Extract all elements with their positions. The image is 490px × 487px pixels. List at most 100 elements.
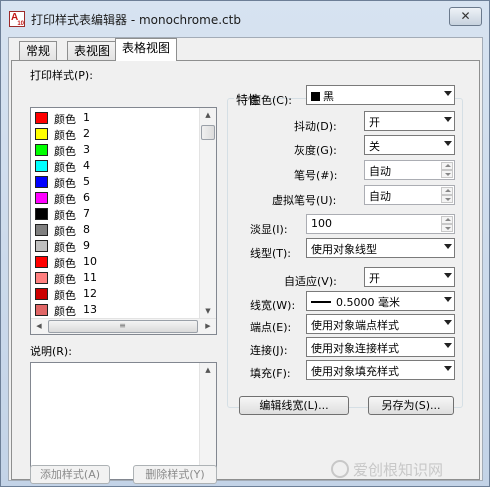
form-view-panel: 打印样式(P): 颜色 1 颜色 2 颜色 3 颜色 4 颜色 5 颜色 6 颜色 7 颜色 8 颜色 9 颜色 10… <box>11 60 480 484</box>
chevron-down-icon <box>444 141 452 146</box>
list-item-label: 颜色 <box>54 129 76 142</box>
spin-down-icon[interactable] <box>441 170 453 178</box>
list-item[interactable]: 颜色 3 <box>33 142 198 158</box>
virtual-pen-value: 自动 <box>369 190 391 203</box>
lineweight-dropdown[interactable]: 0.5000 毫米 <box>306 291 455 311</box>
color-dropdown[interactable]: 黑 <box>306 85 455 105</box>
plot-styles-listbox[interactable]: 颜色 1 颜色 2 颜色 3 颜色 4 颜色 5 颜色 6 颜色 7 颜色 8 颜色 9 颜色 10 颜色 11 颜色 12 颜… <box>30 107 217 335</box>
scroll-left-icon[interactable]: ◀ <box>31 319 47 334</box>
chevron-down-icon <box>444 297 452 302</box>
edit-lineweights-button[interactable]: 编辑线宽(L)... <box>239 396 349 415</box>
line-end-value: 使用对象端点样式 <box>311 319 399 332</box>
list-item[interactable]: 颜色 10 <box>33 254 198 270</box>
list-item[interactable]: 颜色 2 <box>33 126 198 142</box>
fill-dropdown[interactable]: 使用对象填充样式 <box>306 360 455 380</box>
dither-label: 抖动(D): <box>294 120 337 133</box>
color-swatch <box>35 160 48 172</box>
app-icon-version: 10 <box>17 21 24 27</box>
tab-form-view[interactable]: 表格视图 <box>115 38 178 61</box>
list-item[interactable]: 颜色 6 <box>33 190 198 206</box>
window-title: 打印样式表编辑器 - monochrome.ctb <box>31 13 241 27</box>
list-item-number: 8 <box>83 223 90 236</box>
spin-up-icon[interactable] <box>441 162 453 170</box>
adaptive-dropdown[interactable]: 开 <box>364 267 455 287</box>
chevron-down-icon <box>444 343 452 348</box>
scroll-right-icon[interactable]: ▶ <box>200 319 216 334</box>
tab-general[interactable]: 常规 <box>19 41 58 61</box>
chevron-down-icon <box>444 366 452 371</box>
list-item[interactable]: 颜色 8 <box>33 222 198 238</box>
black-swatch-icon <box>311 92 320 101</box>
spin-down-icon[interactable] <box>441 195 453 203</box>
color-swatch <box>35 240 48 252</box>
horizontal-scroll-thumb[interactable]: ≡ <box>48 320 198 333</box>
color-value: 黑 <box>311 88 334 104</box>
list-item-number: 3 <box>83 143 90 156</box>
list-item-label: 颜色 <box>54 289 76 302</box>
list-item-label: 颜色 <box>54 193 76 206</box>
list-item-label: 颜色 <box>54 225 76 238</box>
list-item-number: 5 <box>83 175 90 188</box>
scroll-up-icon[interactable]: ▲ <box>200 108 216 122</box>
line-end-label: 端点(E): <box>250 321 292 334</box>
linetype-value: 使用对象线型 <box>311 243 377 256</box>
description-textarea[interactable]: ▲ ▼ <box>30 362 217 480</box>
list-item[interactable]: 颜色 5 <box>33 174 198 190</box>
description-label: 说明(R): <box>30 345 72 358</box>
close-button[interactable]: ✕ <box>449 7 482 26</box>
list-item-label: 颜色 <box>54 273 76 286</box>
screening-value: 100 <box>311 217 332 230</box>
list-item-number: 6 <box>83 191 90 204</box>
lineweight-label: 线宽(W): <box>250 299 296 312</box>
list-item-label: 颜色 <box>54 161 76 174</box>
list-item[interactable]: 颜色 9 <box>33 238 198 254</box>
chevron-down-icon <box>444 273 452 278</box>
delete-style-button[interactable]: 删除样式(Y) <box>133 465 217 484</box>
line-join-dropdown[interactable]: 使用对象连接样式 <box>306 337 455 357</box>
chevron-down-icon <box>444 91 452 96</box>
list-item-number: 12 <box>83 287 97 300</box>
linetype-dropdown[interactable]: 使用对象线型 <box>306 238 455 258</box>
save-as-button[interactable]: 另存为(S)... <box>368 396 454 415</box>
list-item[interactable]: 颜色 1 <box>33 110 198 126</box>
list-item-number: 1 <box>83 111 90 124</box>
print-style-table-editor-window: A 10 打印样式表编辑器 - monochrome.ctb ✕ 常规 表视图 … <box>0 0 490 487</box>
close-icon: ✕ <box>460 9 471 23</box>
color-label: 颜色(C): <box>250 94 292 107</box>
grayscale-dropdown[interactable]: 关 <box>364 135 455 155</box>
description-scrollbar[interactable]: ▲ ▼ <box>199 363 216 479</box>
scroll-up-icon[interactable]: ▲ <box>200 363 216 377</box>
pen-number-spinner[interactable]: 自动 <box>364 160 455 180</box>
plot-styles-vertical-scrollbar[interactable]: ▲ ▼ <box>199 108 216 318</box>
list-item[interactable]: 颜色 11 <box>33 270 198 286</box>
chevron-down-icon <box>444 244 452 249</box>
color-swatch <box>35 272 48 284</box>
scroll-down-icon[interactable]: ▼ <box>200 304 216 318</box>
lineweight-value: 0.5000 毫米 <box>311 294 400 310</box>
linetype-label: 线型(T): <box>250 247 292 260</box>
list-item[interactable]: 颜色 12 <box>33 286 198 302</box>
spin-up-icon[interactable] <box>441 216 453 224</box>
plot-styles-horizontal-scrollbar[interactable]: ◀ ≡ ▶ <box>31 318 216 334</box>
watermark-logo-icon <box>331 460 349 478</box>
list-item[interactable]: 颜色 13 <box>33 302 198 318</box>
screening-spinner[interactable]: 100 <box>306 214 455 234</box>
virtual-pen-spinner[interactable]: 自动 <box>364 185 455 205</box>
grayscale-value: 关 <box>369 140 380 153</box>
tab-table-view[interactable]: 表视图 <box>67 41 118 61</box>
line-end-dropdown[interactable]: 使用对象端点样式 <box>306 314 455 334</box>
list-item[interactable]: 颜色 7 <box>33 206 198 222</box>
list-item-number: 11 <box>83 271 97 284</box>
dither-value: 开 <box>369 116 380 129</box>
plot-styles-label: 打印样式(P): <box>30 69 93 82</box>
color-swatch <box>35 304 48 316</box>
spin-up-icon[interactable] <box>441 187 453 195</box>
spin-down-icon[interactable] <box>441 224 453 232</box>
list-item-number: 4 <box>83 159 90 172</box>
list-item[interactable]: 颜色 4 <box>33 158 198 174</box>
dither-dropdown[interactable]: 开 <box>364 111 455 131</box>
fill-value: 使用对象填充样式 <box>311 365 399 378</box>
add-style-button[interactable]: 添加样式(A) <box>30 465 110 484</box>
vertical-scroll-thumb[interactable] <box>201 125 215 140</box>
color-swatch <box>35 208 48 220</box>
